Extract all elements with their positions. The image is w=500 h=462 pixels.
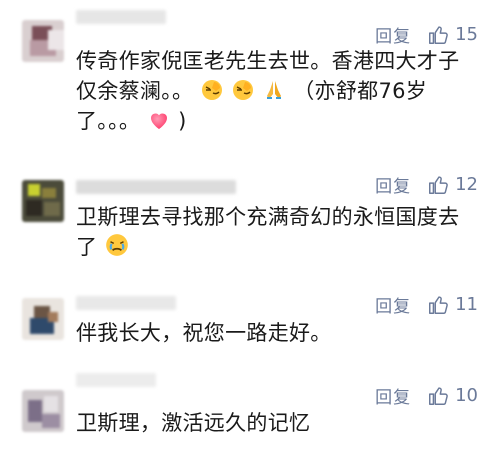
comment-text: 传奇作家倪匡老先生去世。香港四大才子 仅余蔡澜。。 （亦舒都76岁 了。。。) <box>76 46 480 136</box>
thumbs-up-icon[interactable] <box>427 174 449 196</box>
heart-emoji <box>151 113 168 129</box>
facepalm-emoji <box>233 80 254 100</box>
avatar[interactable] <box>22 298 64 340</box>
text-segment: 了 <box>76 235 98 259</box>
comment-text: 卫斯理，激活远久的记忆 <box>76 408 480 438</box>
comment-text-line: 伴我长大，祝您一路走好。 <box>76 321 332 345</box>
comment-item: 回复 12 卫斯理去寻找那个充满奇幻的永恒国度去 了 <box>0 160 500 280</box>
avatar[interactable] <box>22 180 64 222</box>
comment-text-line: 了 <box>76 232 480 262</box>
like-count: 11 <box>455 294 478 315</box>
thumbs-up-icon[interactable] <box>427 385 449 407</box>
comment-item: 回复 10 卫斯理，激活远久的记忆 <box>0 365 500 462</box>
thumbs-up-icon[interactable] <box>427 294 449 316</box>
like-count: 10 <box>455 385 478 406</box>
comment-actions: 回复 15 <box>375 22 478 47</box>
praying-hands-emoji <box>267 81 282 99</box>
avatar[interactable] <box>22 390 64 432</box>
username-blurred[interactable] <box>76 373 156 387</box>
like-count: 15 <box>455 24 478 45</box>
text-segment: 仅余蔡澜。。 <box>76 79 194 103</box>
avatar[interactable] <box>22 20 64 62</box>
text-segment: 了。。。 <box>76 109 141 133</box>
comment-text: 伴我长大，祝您一路走好。 <box>76 318 480 348</box>
thumbs-up-icon[interactable] <box>427 24 449 46</box>
comment-item: 回复 11 伴我长大，祝您一路走好。 <box>0 280 500 365</box>
comment-actions: 回复 11 <box>375 292 478 317</box>
facepalm-emoji <box>202 80 223 100</box>
comment-text-line: 了。。。 ) <box>76 106 480 136</box>
text-segment: ) <box>178 109 187 133</box>
like-count: 12 <box>455 174 478 195</box>
comment-text-line: 传奇作家倪匡老先生去世。香港四大才子 <box>76 49 460 73</box>
comment-text-line: 卫斯理去寻找那个充满奇幻的永恒国度去 <box>76 205 460 229</box>
crying-face-emoji <box>106 234 129 256</box>
comment-text-line: 卫斯理，激活远久的记忆 <box>76 411 311 435</box>
text-segment: （亦舒都76岁 <box>293 79 428 103</box>
comment-text-line: 仅余蔡澜。。 （亦舒都76岁 <box>76 76 480 106</box>
reply-button[interactable]: 回复 <box>375 172 411 197</box>
comment-item: 回复 15 传奇作家倪匡老先生去世。香港四大才子 仅余蔡澜。。 （亦舒都76岁 … <box>0 0 500 145</box>
username-blurred[interactable] <box>76 10 166 24</box>
username-blurred[interactable] <box>76 180 236 194</box>
comment-actions: 回复 10 <box>375 383 478 408</box>
reply-button[interactable]: 回复 <box>375 22 411 47</box>
username-blurred[interactable] <box>76 296 176 310</box>
reply-button[interactable]: 回复 <box>375 383 411 408</box>
comment-actions: 回复 12 <box>375 172 478 197</box>
reply-button[interactable]: 回复 <box>375 292 411 317</box>
comment-text: 卫斯理去寻找那个充满奇幻的永恒国度去 了 <box>76 202 480 262</box>
